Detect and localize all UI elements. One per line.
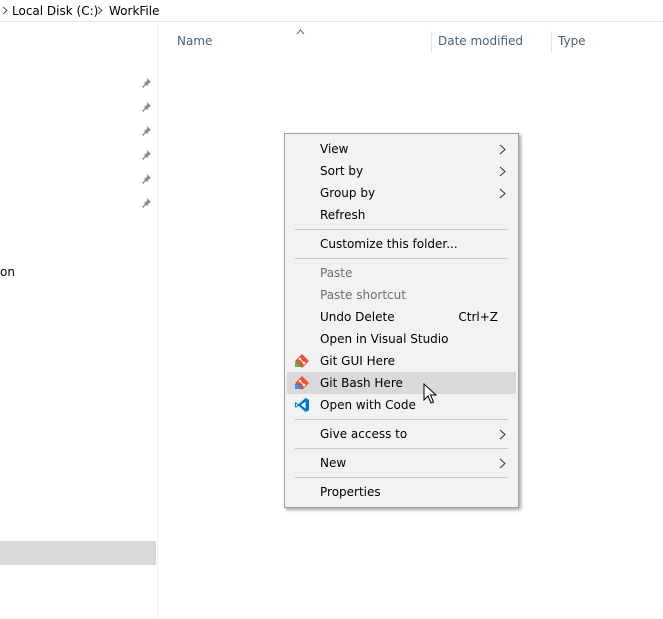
menu-item-label: New: [320, 456, 347, 470]
menu-item-git-bash[interactable]: Git Bash Here: [287, 372, 516, 394]
menu-item-undo-delete[interactable]: Undo Delete Ctrl+Z: [287, 306, 516, 328]
pin-icon: [142, 125, 152, 136]
column-divider[interactable]: [551, 31, 552, 53]
pin-icon: [142, 77, 152, 88]
menu-item-label: Git GUI Here: [320, 354, 396, 368]
menu-item-paste: Paste: [287, 262, 516, 284]
menu-item-label: Undo Delete: [320, 310, 395, 324]
address-bar[interactable]: Local Disk (C:) WorkFile: [0, 0, 663, 22]
menu-separator: [295, 419, 508, 420]
menu-separator: [295, 477, 508, 478]
sort-up-icon: [296, 24, 305, 35]
menu-item-label: Paste: [320, 266, 353, 280]
menu-separator: [295, 448, 508, 449]
git-icon: [294, 353, 310, 369]
column-header-name[interactable]: Name: [177, 34, 212, 48]
menu-item-label: Sort by: [320, 164, 364, 178]
menu-item-label: Group by: [320, 186, 376, 200]
menu-item-customize-folder[interactable]: Customize this folder...: [287, 233, 516, 255]
chevron-right-icon[interactable]: [97, 6, 103, 15]
nav-item-selected[interactable]: [0, 541, 156, 565]
context-menu[interactable]: View Sort by Group by Refresh Customize …: [284, 133, 519, 508]
menu-item-refresh[interactable]: Refresh: [287, 204, 516, 226]
column-header-type[interactable]: Type: [558, 34, 586, 48]
menu-item-give-access[interactable]: Give access to: [287, 423, 516, 445]
nav-item-label[interactable]: on: [0, 265, 15, 279]
chevron-right-icon[interactable]: [2, 6, 8, 15]
menu-item-group-by[interactable]: Group by: [287, 182, 516, 204]
chevron-right-icon: [499, 429, 506, 440]
menu-separator: [295, 258, 508, 259]
menu-item-open-with-code[interactable]: Open with Code: [287, 394, 516, 416]
vscode-icon: [294, 397, 310, 413]
menu-item-label: Refresh: [320, 208, 366, 222]
menu-item-label: Open with Code: [320, 398, 416, 412]
menu-item-shortcut: Ctrl+Z: [458, 310, 498, 324]
breadcrumb-local-disk[interactable]: Local Disk (C:): [12, 4, 98, 18]
menu-item-paste-shortcut: Paste shortcut: [287, 284, 516, 306]
menu-separator: [295, 229, 508, 230]
column-divider[interactable]: [431, 31, 432, 53]
menu-item-view[interactable]: View: [287, 138, 516, 160]
menu-item-label: Customize this folder...: [320, 237, 458, 251]
navigation-pane[interactable]: on: [0, 22, 158, 619]
chevron-right-icon: [499, 166, 506, 177]
menu-item-git-gui[interactable]: Git GUI Here: [287, 350, 516, 372]
column-header-date-modified[interactable]: Date modified: [438, 34, 523, 48]
pin-icon: [142, 149, 152, 160]
menu-item-label: Paste shortcut: [320, 288, 406, 302]
menu-item-sort-by[interactable]: Sort by: [287, 160, 516, 182]
pin-icon: [142, 101, 152, 112]
mouse-cursor-icon: [423, 382, 438, 405]
menu-item-properties[interactable]: Properties: [287, 481, 516, 503]
pin-icon: [142, 197, 152, 208]
chevron-right-icon: [499, 188, 506, 199]
menu-item-open-visual-studio[interactable]: Open in Visual Studio: [287, 328, 516, 350]
menu-item-label: Properties: [320, 485, 381, 499]
menu-item-new[interactable]: New: [287, 452, 516, 474]
chevron-right-icon: [499, 144, 506, 155]
git-icon: [294, 375, 310, 391]
menu-item-label: Open in Visual Studio: [320, 332, 449, 346]
pin-icon: [142, 173, 152, 184]
menu-item-label: View: [320, 142, 349, 156]
breadcrumb-workfile[interactable]: WorkFile: [109, 4, 159, 18]
menu-item-label: Give access to: [320, 427, 408, 441]
menu-item-label: Git Bash Here: [320, 376, 403, 390]
chevron-right-icon: [499, 458, 506, 469]
